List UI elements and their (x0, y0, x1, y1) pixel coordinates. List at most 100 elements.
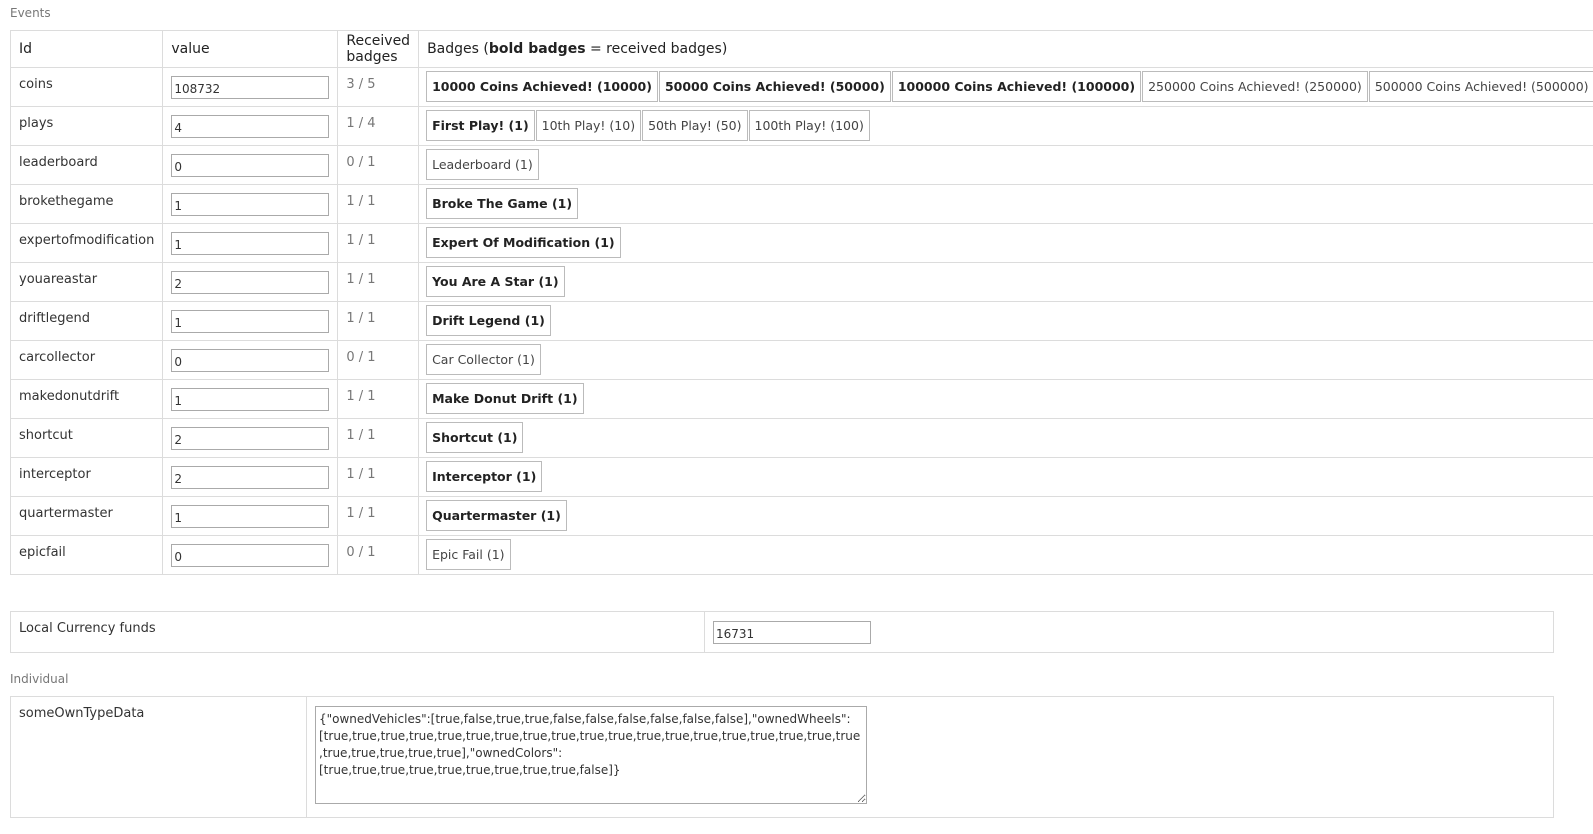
currency-table: Local Currency funds (10, 611, 1554, 653)
event-badges-cell: Drift Legend (1) (418, 301, 1593, 341)
event-row-brokethegame: brokethegame 1 / 1Broke The Game (1) (9, 184, 1593, 224)
event-received-count: 0 / 1 (337, 145, 420, 185)
event-row-interceptor: interceptor 1 / 1Interceptor (1) (9, 457, 1593, 497)
individual-value-cell: {"ownedVehicles":[true,false,true,true,f… (306, 696, 1554, 818)
event-value-input[interactable] (171, 427, 330, 450)
event-received-count: 1 / 1 (337, 457, 420, 497)
badge-not-received: 10th Play! (10) (535, 110, 642, 141)
event-id: quartermaster (9, 496, 164, 536)
event-received-count: 1 / 1 (337, 379, 420, 419)
badge-not-received: 500000 Coins Achieved! (500000) (1368, 71, 1593, 102)
badge-received: First Play! (1) (426, 110, 535, 141)
event-row-plays: plays 1 / 4First Play! (1)10th Play! (10)… (9, 106, 1593, 146)
event-value-cell (162, 379, 339, 419)
event-value-cell (162, 340, 339, 380)
event-value-cell (162, 106, 339, 146)
event-id: youareastar (9, 262, 164, 302)
event-value-input[interactable] (171, 310, 330, 333)
event-id: plays (9, 106, 164, 146)
event-value-cell (162, 457, 339, 497)
header-badges: Badges (bold badges = received badges) (418, 30, 1593, 68)
event-value-cell (162, 262, 339, 302)
event-value-input[interactable] (171, 232, 330, 255)
event-value-input[interactable] (171, 115, 330, 138)
event-value-input[interactable] (171, 388, 330, 411)
event-badges-cell: Shortcut (1) (418, 418, 1593, 458)
event-id: makedonutdrift (9, 379, 164, 419)
event-received-count: 1 / 1 (337, 184, 420, 224)
badge-received: 50000 Coins Achieved! (50000) (658, 71, 891, 102)
event-received-count: 1 / 1 (337, 418, 420, 458)
badge-received: Broke The Game (1) (426, 188, 579, 219)
event-received-count: 1 / 1 (337, 496, 420, 536)
event-value-input[interactable] (171, 505, 330, 528)
event-value-input[interactable] (171, 76, 330, 99)
event-value-cell (162, 145, 339, 185)
event-value-input[interactable] (171, 193, 330, 216)
event-value-input[interactable] (171, 544, 330, 567)
event-value-cell (162, 418, 339, 458)
event-value-cell (162, 184, 339, 224)
event-value-cell (162, 535, 339, 575)
event-id: shortcut (9, 418, 164, 458)
event-value-input[interactable] (171, 154, 330, 177)
event-value-cell (162, 67, 339, 107)
event-received-count: 1 / 1 (337, 223, 420, 263)
event-row-carcollector: carcollector 0 / 1Car Collector (1) (9, 340, 1593, 380)
event-row-shortcut: shortcut 1 / 1Shortcut (1) (9, 418, 1593, 458)
currency-value-input[interactable] (713, 621, 871, 644)
event-id: leaderboard (9, 145, 164, 185)
event-received-count: 0 / 1 (337, 340, 420, 380)
event-value-input[interactable] (171, 271, 330, 294)
event-badges-cell: Broke The Game (1) (418, 184, 1593, 224)
event-row-driftlegend: driftlegend 1 / 1Drift Legend (1) (9, 301, 1593, 341)
currency-row: Local Currency funds (10, 611, 1554, 653)
event-badges-cell: Leaderboard (1) (418, 145, 1593, 185)
event-received-count: 0 / 1 (337, 535, 420, 575)
event-badges-cell: Expert Of Modification (1) (418, 223, 1593, 263)
events-body: coins3 / 510000 Coins Achieved! (10000)5… (9, 67, 1593, 575)
event-id: interceptor (9, 457, 164, 497)
event-badges-cell: Epic Fail (1) (418, 535, 1593, 575)
event-row-expertofmodification: expertofmodification 1 / 1Expert Of Modif… (9, 223, 1593, 263)
event-row-makedonutdrift: makedonutdrift 1 / 1Make Donut Drift (1) (9, 379, 1593, 419)
event-badges-cell: You Are A Star (1) (418, 262, 1593, 302)
badge-not-received: Car Collector (1) (426, 344, 541, 375)
header-received-badges: Received badges (337, 30, 420, 68)
individual-table: someOwnTypeData {"ownedVehicles":[true,f… (10, 696, 1554, 818)
event-badges-cell: Make Donut Drift (1) (418, 379, 1593, 419)
individual-key: someOwnTypeData (10, 696, 307, 818)
badge-received: Shortcut (1) (426, 422, 524, 453)
individual-section-label: Individual (10, 672, 69, 686)
badge-not-received: 250000 Coins Achieved! (250000) (1142, 71, 1368, 102)
event-row-leaderboard: leaderboard 0 / 1Leaderboard (1) (9, 145, 1593, 185)
event-id: driftlegend (9, 301, 164, 341)
events-section-label: Events (10, 6, 51, 20)
badge-received: Quartermaster (1) (426, 500, 567, 531)
header-badges-bold: bold badges (488, 41, 586, 57)
event-received-count: 1 / 1 (337, 262, 420, 302)
individual-row: someOwnTypeData {"ownedVehicles":[true,f… (10, 696, 1554, 818)
badge-not-received: 100th Play! (100) (748, 110, 870, 141)
event-value-input[interactable] (171, 466, 330, 489)
badge-received: You Are A Star (1) (426, 266, 565, 297)
event-id: epicfail (9, 535, 164, 575)
event-row-quartermaster: quartermaster 1 / 1Quartermaster (1) (9, 496, 1593, 536)
badge-received: Interceptor (1) (426, 461, 543, 492)
event-id: coins (9, 67, 164, 107)
event-value-input[interactable] (171, 349, 330, 372)
event-badges-cell: Interceptor (1) (418, 457, 1593, 497)
badge-received: Make Donut Drift (1) (426, 383, 584, 414)
event-value-cell (162, 223, 339, 263)
event-badges-cell: Car Collector (1) (418, 340, 1593, 380)
badge-received: 100000 Coins Achieved! (100000) (891, 71, 1142, 102)
individual-json-textarea[interactable]: {"ownedVehicles":[true,false,true,true,f… (315, 706, 867, 804)
header-id: Id (9, 30, 164, 68)
event-badges-cell: 10000 Coins Achieved! (10000) 50000 Coins… (418, 67, 1593, 107)
event-received-count: 1 / 1 (337, 301, 420, 341)
event-row-epicfail: epicfail 0 / 1Epic Fail (1) (9, 535, 1593, 575)
header-badges-prefix: Badges ( (427, 41, 489, 57)
badge-not-received: Epic Fail (1) (426, 539, 511, 570)
event-received-count: 1 / 4 (337, 106, 420, 146)
event-badges-cell: Quartermaster (1) (418, 496, 1593, 536)
